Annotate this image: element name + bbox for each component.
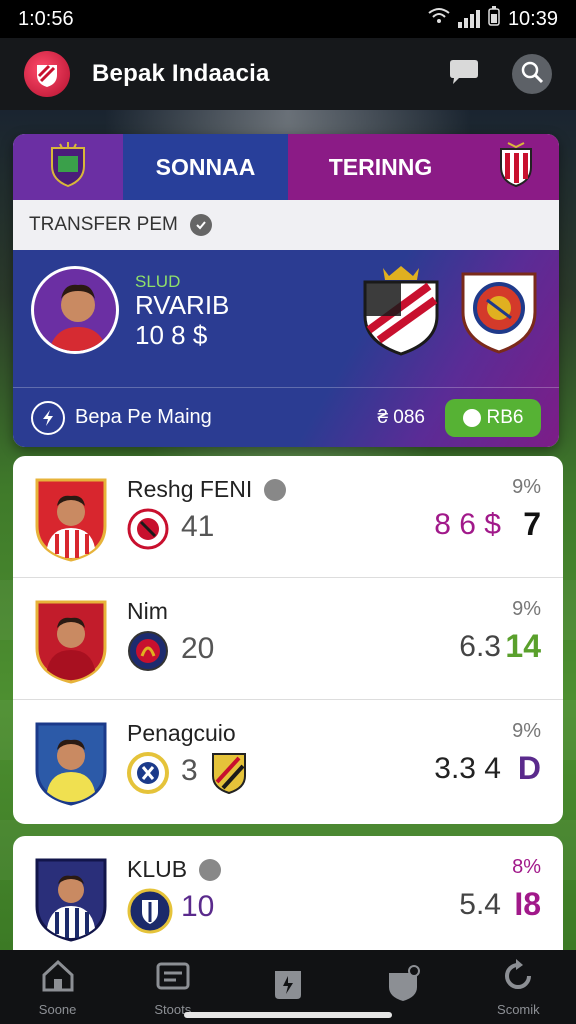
section-header: TRANSFER PEM: [13, 200, 559, 250]
nav-item-club[interactable]: [353, 964, 453, 1010]
club-row[interactable]: KLUB 10 8% 5.4 I8: [13, 836, 563, 950]
transfer-card: SONNAA TERINNG TRANSFER PEM SLUD RVARIB …: [13, 134, 559, 447]
chat-icon: [447, 57, 481, 92]
player-number: 3: [181, 754, 198, 787]
home-icon: [39, 957, 77, 1002]
avatar: [33, 854, 109, 942]
bolt-icon: [31, 400, 65, 435]
footer-label: Bepa Pe Maing: [75, 406, 212, 428]
app-logo[interactable]: [24, 51, 70, 97]
footer-value: ₴ 086: [377, 406, 425, 428]
shirt-icon: [269, 965, 307, 1010]
avatar: [33, 718, 109, 806]
club-crest-icon: [498, 141, 534, 193]
status-clock: 10:39: [507, 7, 558, 30]
player-name: Reshg FENI: [127, 476, 287, 503]
player-score: 14: [505, 628, 541, 664]
club-number: 10: [181, 890, 215, 923]
list-item[interactable]: Penagcuio 3 9% 3.3 4 D: [13, 700, 563, 822]
list-item[interactable]: KLUB 10 8% 5.4 I8: [13, 836, 563, 950]
player-name: Penagcuio: [127, 720, 236, 747]
club-crest-icon: [127, 888, 173, 934]
club-tag: SLUD: [135, 272, 181, 291]
avatar: [33, 474, 109, 562]
club-value: 5.4: [459, 888, 501, 921]
transfer-panel[interactable]: SLUD RVARIB 10 8 $ Bepa Pe Maing ₴ 086 R…: [13, 250, 559, 447]
search-icon: [520, 60, 544, 89]
signal-icon: [457, 10, 480, 28]
section-label: TRANSFER PEM: [29, 214, 178, 235]
club-crest-icon: [127, 508, 169, 550]
club-crest-icon: [127, 752, 169, 794]
player-percent: 9%: [512, 720, 541, 742]
list-item[interactable]: Reshg FENI 41 9% 8 6 $ 7: [13, 456, 563, 578]
player-name-label: Reshg FENI: [127, 476, 253, 502]
nav-label: Scomik: [497, 1002, 540, 1017]
app-title: Bepak Indaacia: [92, 60, 270, 87]
player-name: Nim: [127, 598, 168, 625]
rate-button-label: RB6: [486, 406, 524, 428]
app-bar: Bepak Indaacia: [0, 38, 576, 110]
rate-button[interactable]: RB6: [445, 398, 541, 437]
nav-item-stats[interactable]: Stoots: [123, 957, 223, 1017]
player-number: 20: [181, 632, 215, 665]
tab-sonnaa[interactable]: SONNAA: [123, 134, 288, 200]
status-time: 1:0:56: [18, 7, 74, 30]
club-crest-icon: [48, 140, 88, 194]
club-name-label: KLUB: [127, 856, 188, 882]
nav-item-team[interactable]: [238, 965, 338, 1010]
player-score: 7: [523, 506, 541, 542]
tab-crest-left[interactable]: [13, 134, 123, 200]
player-score: D: [517, 750, 541, 786]
chat-button[interactable]: [444, 54, 484, 94]
player-number: 41: [181, 510, 215, 543]
avatar: [31, 266, 119, 354]
verified-icon: [189, 214, 212, 236]
transfer-fee: 10 8 $: [135, 320, 208, 350]
nav-item-scomik[interactable]: Scomik: [468, 957, 568, 1017]
player-name: RVARIB: [135, 290, 230, 320]
battery-icon: [488, 6, 500, 32]
club-crest-icon: [127, 630, 169, 672]
list-item[interactable]: Nim 20 9% 6.3 14: [13, 578, 563, 700]
club-percent: 8%: [512, 856, 541, 878]
shield-icon: [384, 964, 422, 1010]
tab-bar: SONNAA TERINNG: [13, 134, 559, 200]
verified-icon: [264, 478, 287, 501]
club-score: I8: [514, 886, 541, 922]
panel-footer: Bepa Pe Maing ₴ 086 RB6: [13, 387, 559, 447]
player-name-label: Penagcuio: [127, 720, 236, 746]
player-name-label: Nim: [127, 598, 168, 624]
verified-icon: [199, 858, 222, 881]
toggle-icon: [462, 408, 481, 427]
player-list: Reshg FENI 41 9% 8 6 $ 7 Nim 20 9% 6.3 1…: [13, 456, 563, 824]
status-bar: 1:0:56 10:39: [0, 0, 576, 38]
player-value: 8 6 $: [434, 508, 501, 541]
tab-terinng[interactable]: TERINNG: [288, 134, 473, 200]
to-club-crest: [457, 260, 541, 356]
club-crest-icon: [211, 752, 247, 795]
wifi-icon: [428, 7, 450, 31]
nav-item-home[interactable]: Soone: [8, 957, 108, 1017]
from-club-crest: [359, 260, 443, 356]
club-name: KLUB: [127, 856, 222, 883]
refresh-icon: [499, 957, 537, 1002]
nav-label: Soone: [38, 1002, 77, 1017]
stats-icon: [154, 957, 192, 1002]
avatar: [33, 596, 109, 684]
search-button[interactable]: [512, 54, 552, 94]
home-indicator[interactable]: [184, 1012, 392, 1018]
tab-crest-right[interactable]: [473, 134, 559, 200]
player-percent: 9%: [512, 476, 541, 498]
player-percent: 9%: [512, 598, 541, 620]
player-value: 6.3: [459, 630, 501, 663]
player-value: 3.3 4: [434, 752, 501, 785]
